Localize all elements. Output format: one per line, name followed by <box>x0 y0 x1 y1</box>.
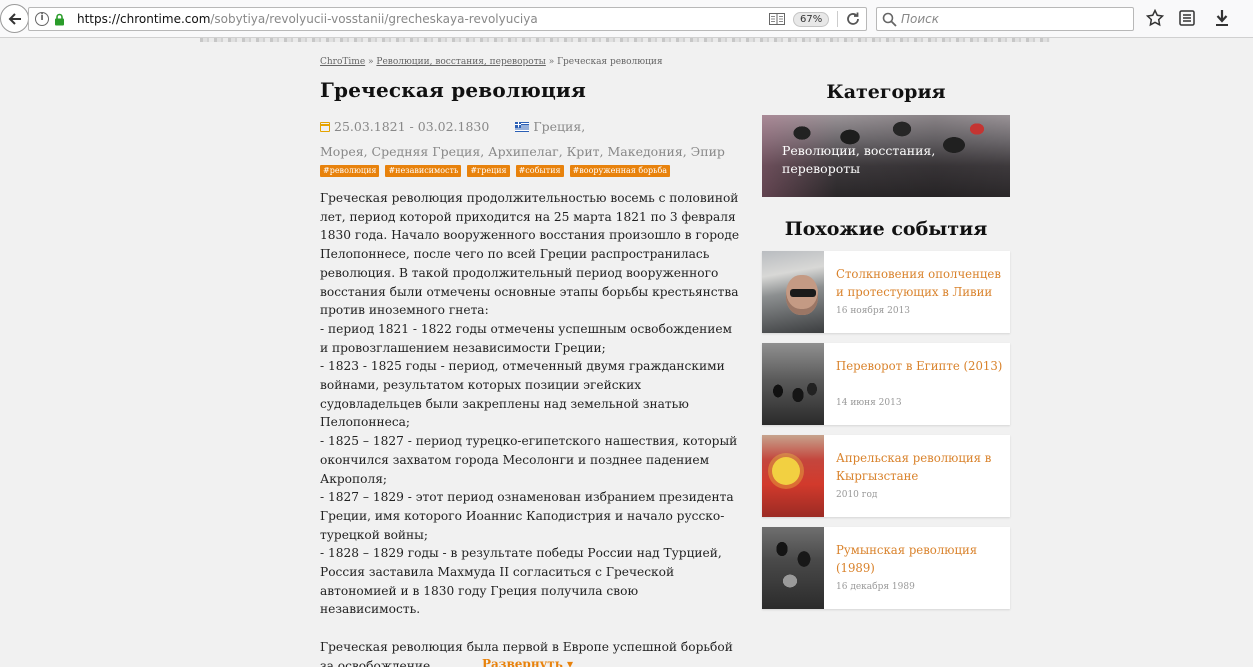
back-button[interactable] <box>0 4 29 33</box>
related-event-thumbnail[interactable] <box>762 435 824 517</box>
zoom-level-badge[interactable]: 67% <box>793 12 830 27</box>
info-icon[interactable]: i <box>35 12 49 26</box>
tag[interactable]: #вооруженная борьба <box>569 165 671 177</box>
related-event-card[interactable]: Переворот в Египте (2013) 14 июня 2013 <box>762 343 1010 425</box>
event-dates: 25.03.1821 - 03.02.1830 <box>334 119 490 134</box>
url-separator <box>837 11 838 27</box>
header-decoration <box>200 38 1050 42</box>
related-event-thumbnail[interactable] <box>762 251 824 333</box>
url-host: https://chrontime.com <box>77 12 211 26</box>
event-country: Греция, <box>533 119 586 134</box>
related-event-card[interactable]: Румынская революция (1989) 16 декабря 19… <box>762 527 1010 609</box>
back-arrow-icon <box>8 12 21 25</box>
related-event-title[interactable]: Апрельская революция в Кыргызстане <box>836 449 1004 486</box>
related-event-date: 2010 год <box>836 490 878 500</box>
tag[interactable]: #события <box>515 165 564 177</box>
reload-icon[interactable] <box>845 11 861 27</box>
tag[interactable]: #революция <box>320 165 380 177</box>
event-regions: Морея, Средняя Греция, Архипелаг, Крит, … <box>320 144 725 159</box>
breadcrumb-home-link[interactable]: ChroTime <box>320 57 365 67</box>
related-event-date: 16 декабря 1989 <box>836 582 915 592</box>
tag-list: #революция #независимость #греция #событ… <box>320 165 671 177</box>
tag[interactable]: #независимость <box>385 165 462 177</box>
url-text[interactable]: https://chrontime.com/sobytiya/revolyuci… <box>77 12 538 26</box>
breadcrumb: ChroTime » Революции, восстания, перевор… <box>320 57 663 67</box>
category-card-label[interactable]: Революции, восстания, перевороты <box>782 142 952 178</box>
download-icon[interactable] <box>1213 9 1231 27</box>
related-event-thumbnail[interactable] <box>762 343 824 425</box>
browser-toolbar: i https://chrontime.com/sobytiya/revolyu… <box>0 0 1253 38</box>
lock-icon[interactable] <box>54 13 65 26</box>
category-card[interactable]: Революции, восстания, перевороты <box>762 115 1010 197</box>
related-heading: Похожие события <box>784 218 988 240</box>
related-event-card[interactable]: Апрельская революция в Кыргызстане 2010 … <box>762 435 1010 517</box>
related-event-title[interactable]: Столкновения ополченцев и протестующих в… <box>836 265 1004 302</box>
url-path: /sobytiya/revolyucii-vosstanii/grecheska… <box>210 12 538 26</box>
search-input[interactable]: Поиск <box>901 12 939 26</box>
search-icon <box>882 12 897 27</box>
article-body: Греческая революция продолжительностью в… <box>320 191 740 667</box>
tag[interactable]: #греция <box>467 165 510 177</box>
category-heading: Категория <box>826 81 946 103</box>
event-meta: 25.03.1821 - 03.02.1830 Греция, Морея, Ср… <box>320 114 740 164</box>
star-icon[interactable] <box>1146 9 1164 27</box>
breadcrumb-category-link[interactable]: Революции, восстания, перевороты <box>376 57 545 67</box>
search-bar[interactable]: Поиск <box>876 7 1134 31</box>
related-event-title[interactable]: Румынская революция (1989) <box>836 541 1004 578</box>
related-event-title[interactable]: Переворот в Египте (2013) <box>836 357 1004 375</box>
related-event-card[interactable]: Столкновения ополченцев и протестующих в… <box>762 251 1010 333</box>
breadcrumb-current: Греческая революция <box>557 57 663 67</box>
url-bar[interactable]: i https://chrontime.com/sobytiya/revolyu… <box>28 7 867 31</box>
calendar-icon <box>320 122 330 132</box>
related-event-thumbnail[interactable] <box>762 527 824 609</box>
greece-flag-icon <box>515 122 530 132</box>
expand-button[interactable]: Развернуть ▾ <box>482 657 573 667</box>
related-event-date: 16 ноября 2013 <box>836 306 911 316</box>
breadcrumb-separator: » <box>545 57 558 67</box>
page-title: Греческая революция <box>320 78 586 102</box>
library-icon[interactable] <box>1178 9 1196 27</box>
breadcrumb-separator: » <box>365 57 377 67</box>
related-event-date: 14 июня 2013 <box>836 398 902 408</box>
reader-view-icon[interactable] <box>769 13 785 25</box>
